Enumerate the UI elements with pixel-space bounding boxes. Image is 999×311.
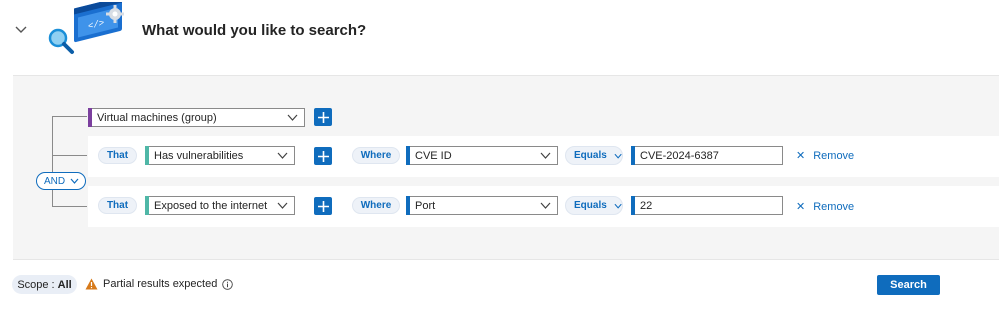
remove-condition-button[interactable]: ✕ Remove bbox=[796, 149, 855, 163]
where-label-pill: Where bbox=[352, 197, 400, 214]
tree-connector bbox=[52, 155, 87, 156]
value-input[interactable]: CVE-2024-6387 bbox=[631, 146, 783, 165]
plus-icon bbox=[317, 111, 329, 123]
value-text: 22 bbox=[640, 199, 653, 212]
entity-type-dropdown[interactable]: Virtual machines (group) bbox=[88, 108, 305, 127]
add-filter-button[interactable] bbox=[314, 197, 332, 215]
tree-connector bbox=[52, 116, 53, 207]
chevron-down-icon bbox=[277, 152, 288, 159]
logical-operator-dropdown[interactable]: AND bbox=[36, 172, 86, 190]
chevron-down-icon bbox=[287, 114, 298, 121]
close-icon: ✕ bbox=[796, 201, 806, 213]
tree-connector bbox=[52, 206, 87, 207]
relationship-accent-bar bbox=[145, 146, 149, 165]
property-dropdown[interactable]: CVE ID bbox=[406, 146, 558, 165]
partial-results-warning: Partial results expected bbox=[85, 278, 234, 290]
relationship-value: Has vulnerabilities bbox=[154, 149, 244, 162]
relationship-value: Exposed to the internet bbox=[154, 199, 268, 212]
page-title: What would you like to search? bbox=[142, 22, 367, 39]
warning-icon bbox=[85, 278, 98, 290]
entity-accent-bar bbox=[88, 108, 92, 127]
property-accent-bar bbox=[406, 196, 410, 215]
comparator-dropdown[interactable]: Equals bbox=[565, 196, 623, 215]
entity-type-value: Virtual machines (group) bbox=[97, 111, 217, 124]
that-label-pill: That bbox=[98, 197, 137, 214]
chevron-down-icon bbox=[70, 178, 79, 184]
plus-icon bbox=[317, 200, 329, 212]
scope-label: Scope : bbox=[17, 278, 55, 291]
search-button[interactable]: Search bbox=[877, 275, 940, 295]
property-value: Port bbox=[415, 199, 436, 212]
comparator-value: Equals bbox=[574, 200, 607, 211]
that-label-pill: That bbox=[98, 147, 137, 164]
scope-value: All bbox=[57, 278, 72, 291]
relationship-dropdown[interactable]: Exposed to the internet bbox=[145, 196, 295, 215]
value-accent-bar bbox=[631, 146, 635, 165]
close-icon: ✕ bbox=[796, 150, 806, 162]
property-accent-bar bbox=[406, 146, 410, 165]
warning-text: Partial results expected bbox=[103, 278, 218, 290]
value-text: CVE-2024-6387 bbox=[640, 149, 719, 162]
remove-label: Remove bbox=[813, 149, 855, 162]
chevron-down-icon bbox=[277, 202, 288, 209]
remove-condition-button[interactable]: ✕ Remove bbox=[796, 200, 855, 214]
tree-connector bbox=[52, 116, 87, 117]
value-accent-bar bbox=[631, 196, 635, 215]
chevron-down-icon[interactable] bbox=[14, 24, 28, 34]
chevron-down-icon bbox=[540, 202, 551, 209]
chevron-down-icon bbox=[614, 203, 622, 209]
property-dropdown[interactable]: Port bbox=[406, 196, 558, 215]
info-icon[interactable] bbox=[222, 278, 234, 290]
logical-operator-label: AND bbox=[44, 175, 66, 187]
where-label-pill: Where bbox=[352, 147, 400, 164]
remove-label: Remove bbox=[813, 200, 855, 213]
scope-selector[interactable]: Scope : All bbox=[12, 275, 77, 294]
comparator-dropdown[interactable]: Equals bbox=[565, 146, 623, 165]
chevron-down-icon bbox=[540, 152, 551, 159]
relationship-accent-bar bbox=[145, 196, 149, 215]
add-filter-button[interactable] bbox=[314, 147, 332, 165]
code-search-illustration-icon: </> bbox=[48, 2, 124, 54]
plus-icon bbox=[317, 150, 329, 162]
add-condition-button[interactable] bbox=[314, 108, 332, 126]
property-value: CVE ID bbox=[415, 149, 452, 162]
chevron-down-icon bbox=[614, 153, 622, 159]
comparator-value: Equals bbox=[574, 150, 607, 161]
relationship-dropdown[interactable]: Has vulnerabilities bbox=[145, 146, 295, 165]
value-input[interactable]: 22 bbox=[631, 196, 783, 215]
